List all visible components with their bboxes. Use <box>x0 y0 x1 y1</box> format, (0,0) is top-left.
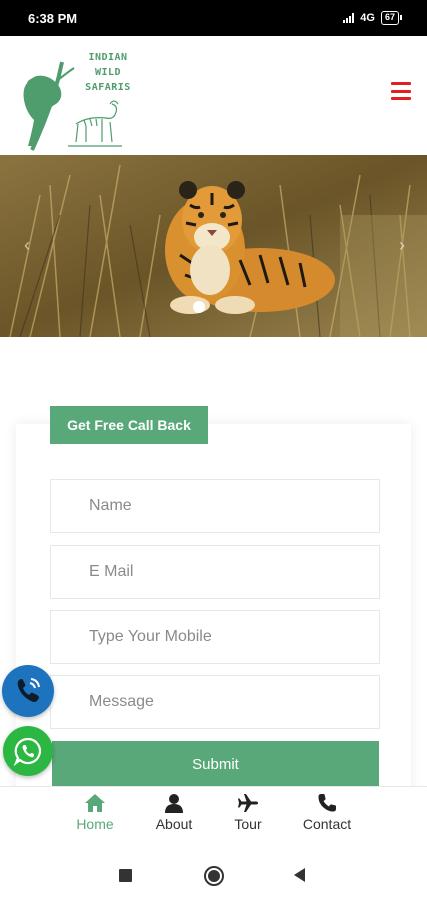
slider-prev-arrow-icon[interactable]: ‹ <box>24 235 30 256</box>
tiger-photo <box>0 155 427 337</box>
email-input[interactable] <box>89 563 379 581</box>
submit-button[interactable]: Submit <box>52 741 379 787</box>
phone-call-icon <box>17 678 40 702</box>
floating-whatsapp-button[interactable] <box>3 726 53 776</box>
nav-label-about: About <box>155 816 193 832</box>
home-dot-icon <box>208 870 220 882</box>
get-free-call-back-title: Get Free Call Back <box>50 406 208 444</box>
whatsapp-icon <box>13 737 42 766</box>
name-field[interactable] <box>50 479 380 533</box>
home-icon <box>85 794 105 812</box>
system-navigation-bar <box>0 850 427 900</box>
mobile-input[interactable] <box>89 628 379 646</box>
bottom-navigation: Home About Tour Contact <box>0 786 427 850</box>
battery-level: 67 <box>384 12 395 22</box>
network-type: 4G <box>360 12 375 24</box>
email-field[interactable] <box>50 545 380 599</box>
message-input[interactable] <box>89 693 379 711</box>
floating-call-button[interactable] <box>2 665 54 717</box>
nav-item-home[interactable]: Home <box>55 793 135 832</box>
signal-icon <box>343 13 355 23</box>
status-bar: 6:38 PM 4G 67 <box>0 0 427 36</box>
menu-bar <box>391 89 411 93</box>
home-button[interactable] <box>204 866 224 886</box>
recents-button[interactable] <box>119 869 132 882</box>
menu-bar <box>391 97 411 100</box>
message-field[interactable] <box>50 675 380 729</box>
logo-text: INDIAN WILD SAFARIS <box>85 52 131 93</box>
hamburger-menu-button[interactable] <box>391 82 411 100</box>
menu-bar <box>391 82 411 85</box>
status-indicators: 4G 67 <box>343 11 403 25</box>
site-logo[interactable]: INDIAN WILD SAFARIS <box>14 42 130 152</box>
nav-label-tour: Tour <box>234 816 262 832</box>
status-time: 6:38 PM <box>28 10 78 26</box>
hero-slider[interactable]: ‹ › <box>0 155 427 337</box>
slider-dot[interactable] <box>193 301 205 313</box>
nav-label-contact: Contact <box>302 816 352 832</box>
site-header: INDIAN WILD SAFARIS <box>0 36 427 154</box>
nav-item-about[interactable]: About <box>134 793 214 832</box>
nav-item-contact[interactable]: Contact <box>287 793 367 832</box>
phone-icon <box>318 794 336 812</box>
name-input[interactable] <box>89 497 379 515</box>
mobile-field[interactable] <box>50 610 380 664</box>
nav-item-tour[interactable]: Tour <box>208 793 288 832</box>
back-button[interactable] <box>294 868 305 882</box>
slider-next-arrow-icon[interactable]: › <box>399 235 405 256</box>
user-icon <box>165 794 183 813</box>
nav-label-home: Home <box>76 816 114 832</box>
battery-icon: 67 <box>380 11 403 25</box>
plane-icon <box>238 794 258 812</box>
